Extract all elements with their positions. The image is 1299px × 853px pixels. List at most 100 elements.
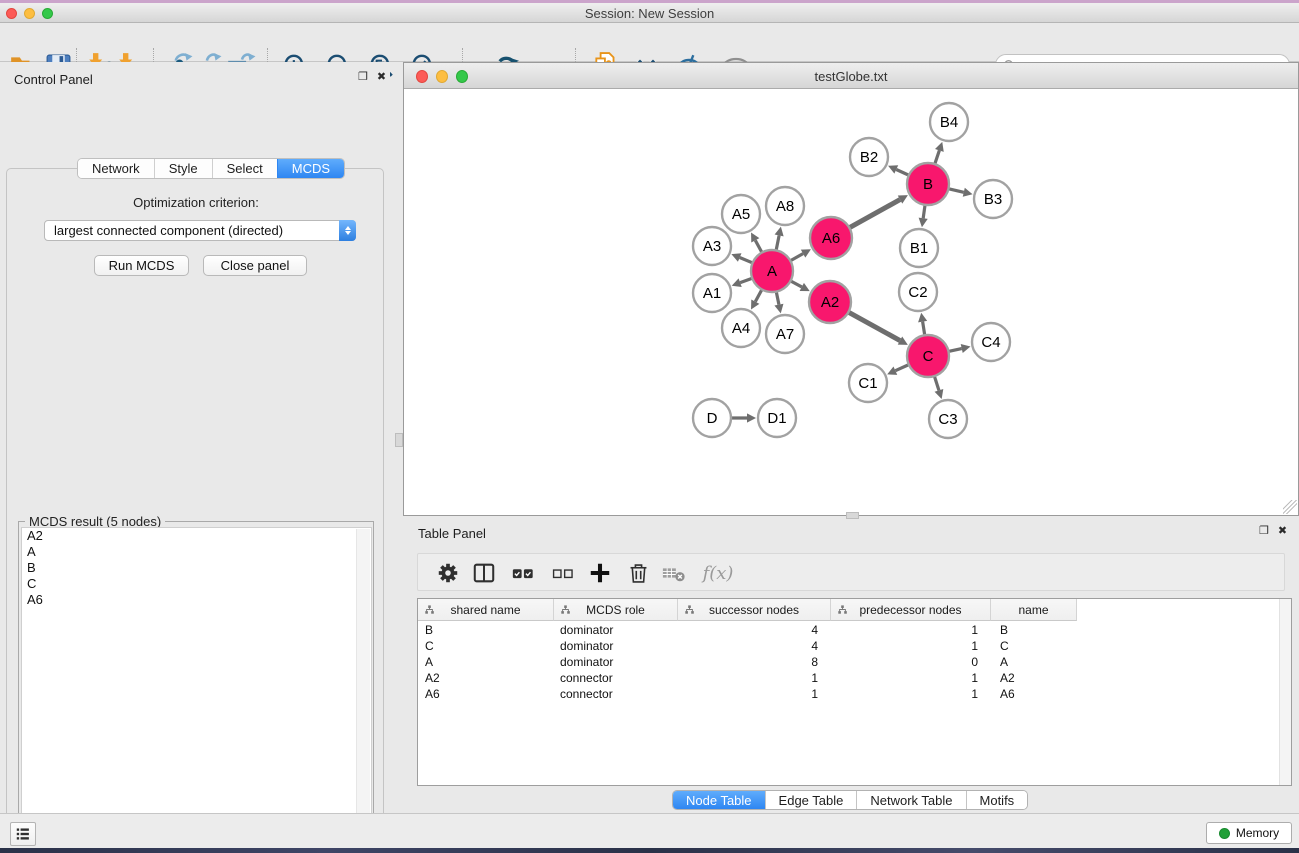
table-options-button[interactable] bbox=[434, 559, 462, 587]
cell[interactable]: 1 bbox=[831, 687, 991, 701]
node-B2[interactable]: B2 bbox=[850, 138, 888, 176]
node-A6[interactable]: A6 bbox=[810, 217, 852, 259]
node-A7[interactable]: A7 bbox=[766, 315, 804, 353]
node-A3[interactable]: A3 bbox=[693, 227, 731, 265]
column-header-mcds-role[interactable]: MCDS role bbox=[554, 599, 678, 621]
cell[interactable]: 1 bbox=[831, 623, 991, 637]
table-row-a2[interactable]: A2connector11A2 bbox=[418, 670, 1291, 686]
table-row-b[interactable]: Bdominator41B bbox=[418, 622, 1291, 638]
cell[interactable]: dominator bbox=[554, 623, 678, 637]
node-A8[interactable]: A8 bbox=[766, 187, 804, 225]
result-item-a6[interactable]: A6 bbox=[22, 592, 371, 608]
tab-node-table[interactable]: Node Table bbox=[673, 791, 765, 809]
node-B4[interactable]: B4 bbox=[930, 103, 968, 141]
node-B1[interactable]: B1 bbox=[900, 229, 938, 267]
cell[interactable]: A6 bbox=[418, 687, 554, 701]
result-scrollbar[interactable] bbox=[356, 529, 370, 853]
cell[interactable]: C bbox=[418, 639, 554, 653]
cell[interactable]: 1 bbox=[678, 671, 831, 685]
cell[interactable]: 4 bbox=[678, 623, 831, 637]
network-window-titlebar[interactable]: testGlobe.txt bbox=[404, 63, 1298, 89]
column-header-predecessor-nodes[interactable]: predecessor nodes bbox=[831, 599, 991, 621]
result-item-c[interactable]: C bbox=[22, 576, 371, 592]
vertical-split-handle[interactable] bbox=[395, 433, 403, 447]
result-item-a[interactable]: A bbox=[22, 544, 371, 560]
function-builder-button[interactable]: f(x) bbox=[698, 559, 738, 587]
criterion-dropdown[interactable]: largest connected component (directed) bbox=[44, 220, 356, 241]
column-header-shared-name[interactable]: shared name bbox=[418, 599, 554, 621]
tab-edge-table[interactable]: Edge Table bbox=[765, 791, 857, 809]
column-label: predecessor nodes bbox=[859, 603, 961, 617]
edge-A2-C[interactable] bbox=[846, 311, 908, 345]
table-row-a6[interactable]: A6connector11A6 bbox=[418, 686, 1291, 702]
close-table-panel-icon[interactable]: ✖ bbox=[1278, 526, 1287, 537]
tab-mcds[interactable]: MCDS bbox=[277, 159, 344, 178]
cell[interactable]: connector bbox=[554, 687, 678, 701]
mcds-result-list[interactable]: A2ABCA6 bbox=[21, 527, 372, 853]
cell[interactable]: A6 bbox=[991, 687, 1077, 701]
tab-motifs[interactable]: Motifs bbox=[966, 791, 1028, 809]
column-visibility-button[interactable] bbox=[470, 559, 498, 587]
select-all-rows-button[interactable] bbox=[509, 559, 537, 587]
close-panel-button[interactable]: Close panel bbox=[203, 255, 307, 276]
node-A2[interactable]: A2 bbox=[809, 281, 851, 323]
cell[interactable]: 1 bbox=[831, 639, 991, 653]
close-panel-icon[interactable]: ✖ bbox=[377, 72, 386, 83]
run-mcds-button[interactable]: Run MCDS bbox=[94, 255, 189, 276]
tab-select[interactable]: Select bbox=[212, 159, 277, 178]
tab-network-table[interactable]: Network Table bbox=[856, 791, 965, 809]
node-C[interactable]: C bbox=[907, 335, 949, 377]
cell[interactable]: A2 bbox=[418, 671, 554, 685]
cell[interactable]: A bbox=[991, 655, 1077, 669]
table-row-c[interactable]: Cdominator41C bbox=[418, 638, 1291, 654]
node-B3[interactable]: B3 bbox=[974, 180, 1012, 218]
cell[interactable]: 1 bbox=[831, 671, 991, 685]
cell[interactable]: 0 bbox=[831, 655, 991, 669]
node-table[interactable]: shared nameMCDS rolesuccessor nodes prede… bbox=[417, 598, 1292, 786]
float-panel-icon[interactable]: ❐ bbox=[358, 72, 368, 83]
node-D1[interactable]: D1 bbox=[758, 399, 796, 437]
unselect-all-rows-button[interactable] bbox=[549, 559, 577, 587]
tab-network[interactable]: Network bbox=[78, 159, 154, 178]
node-A5[interactable]: A5 bbox=[722, 195, 760, 233]
column-header-name[interactable]: name bbox=[991, 599, 1077, 621]
tab-style[interactable]: Style bbox=[154, 159, 212, 178]
result-item-a2[interactable]: A2 bbox=[22, 528, 371, 544]
table-row-a[interactable]: Adominator80A bbox=[418, 654, 1291, 670]
cell[interactable]: B bbox=[991, 623, 1077, 637]
cell[interactable]: B bbox=[418, 623, 554, 637]
cell[interactable]: C bbox=[991, 639, 1077, 653]
node-D[interactable]: D bbox=[693, 399, 731, 437]
cell[interactable]: connector bbox=[554, 671, 678, 685]
table-scrollbar[interactable] bbox=[1279, 599, 1291, 785]
cell[interactable]: A2 bbox=[991, 671, 1077, 685]
create-column-button[interactable] bbox=[586, 559, 614, 587]
node-A1[interactable]: A1 bbox=[693, 274, 731, 312]
network-canvas[interactable]: A A1 A2 A3 A4 A5 A6 A7 A8 B B1 B2 B3 B4 C C1 C2 C3 C4 D D1 bbox=[404, 89, 1298, 515]
result-item-b[interactable]: B bbox=[22, 560, 371, 576]
cell[interactable]: dominator bbox=[554, 655, 678, 669]
window-resize-grip[interactable] bbox=[1283, 500, 1297, 514]
node-C1[interactable]: C1 bbox=[849, 364, 887, 402]
cell[interactable]: dominator bbox=[554, 639, 678, 653]
plus-icon bbox=[588, 561, 612, 585]
delete-column-button[interactable] bbox=[624, 559, 652, 587]
node-C2[interactable]: C2 bbox=[899, 273, 937, 311]
memory-button[interactable]: Memory bbox=[1206, 822, 1292, 844]
node-C3[interactable]: C3 bbox=[929, 400, 967, 438]
horizontal-split-handle[interactable] bbox=[846, 512, 859, 519]
cell[interactable]: 1 bbox=[678, 687, 831, 701]
edge-D-D1[interactable] bbox=[728, 413, 756, 422]
cell[interactable]: 8 bbox=[678, 655, 831, 669]
node-B[interactable]: B bbox=[907, 163, 949, 205]
column-header-successor-nodes[interactable]: successor nodes bbox=[678, 599, 831, 621]
cell[interactable]: 4 bbox=[678, 639, 831, 653]
task-history-button[interactable] bbox=[10, 822, 36, 846]
node-A[interactable]: A bbox=[751, 250, 793, 292]
delete-table-button[interactable] bbox=[660, 559, 688, 587]
edge-A6-B[interactable] bbox=[847, 195, 908, 229]
float-table-panel-icon[interactable]: ❐ bbox=[1259, 526, 1269, 537]
node-A4[interactable]: A4 bbox=[722, 309, 760, 347]
cell[interactable]: A bbox=[418, 655, 554, 669]
node-C4[interactable]: C4 bbox=[972, 323, 1010, 361]
